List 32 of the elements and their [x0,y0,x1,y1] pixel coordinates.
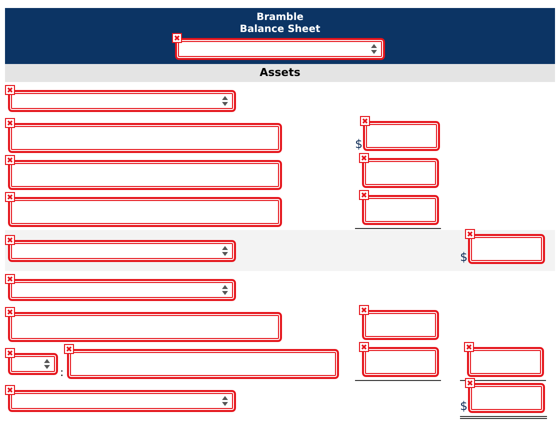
input-field[interactable] [8,122,282,152]
select-field[interactable] [8,390,236,412]
total-field[interactable] [468,234,545,264]
total-field[interactable] [468,382,545,412]
total-field[interactable] [467,346,544,376]
input-field[interactable] [66,348,339,378]
select-field[interactable] [8,90,236,112]
select-field[interactable] [175,38,385,60]
amount-field[interactable] [362,346,439,376]
select-field[interactable] [8,240,236,262]
statement-title: Balance Sheet [240,24,320,36]
separator: : [60,366,64,378]
section-header: Assets [5,64,555,82]
sort-arrows-icon [222,96,228,106]
input-field[interactable] [8,312,282,342]
sort-arrows-icon [44,358,50,368]
dollar-sign: $ [460,398,468,412]
sort-arrows-icon [371,44,377,54]
amount-field[interactable] [362,310,439,340]
dollar-sign: $ [460,250,468,264]
amount-field[interactable] [362,121,440,151]
sort-arrows-icon [222,246,228,256]
sort-arrows-icon [222,396,228,406]
sort-arrows-icon [222,284,228,294]
amount-field[interactable] [362,158,439,188]
select-field[interactable] [8,278,236,300]
select-field[interactable] [8,352,58,374]
company-name: Bramble [256,12,304,24]
input-field[interactable] [8,196,282,226]
input-field[interactable] [8,160,282,190]
amount-field[interactable] [362,194,439,224]
dollar-sign: $ [355,137,363,151]
